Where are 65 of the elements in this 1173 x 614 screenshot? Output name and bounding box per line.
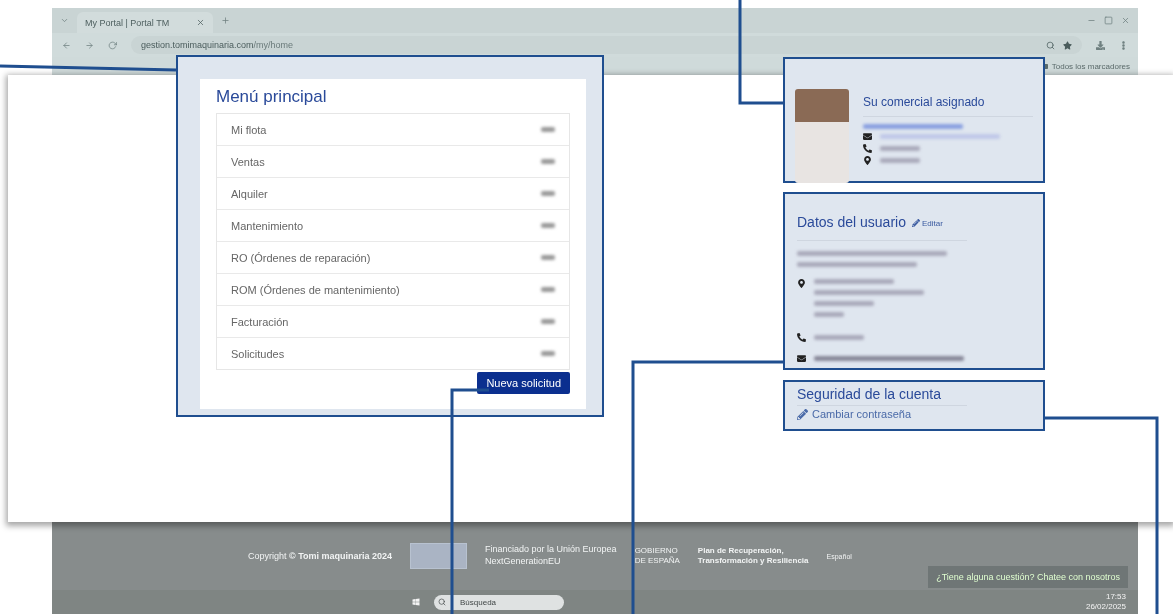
menu-item[interactable]: Mantenimiento [217,209,569,241]
envelope-icon [863,132,872,141]
blurred-count [541,255,555,260]
blurred-phone [880,146,920,151]
download-icon[interactable] [1096,40,1105,50]
taskbar-search[interactable]: Búsqueda [434,594,564,610]
tab-list-icon[interactable] [60,16,69,25]
bookmarks-label[interactable]: Todos los marcadores [1051,61,1130,71]
star-icon[interactable] [1063,40,1072,50]
funding-text: NextGenerationEU [485,556,562,568]
location-icon [797,279,806,288]
blurred-count [541,223,555,228]
menu-item[interactable]: ROM (Órdenes de mantenimiento) [217,273,569,305]
search-icon [438,598,446,606]
menu-item[interactable]: Mi flota [217,114,569,145]
menu-icon[interactable] [1119,40,1128,50]
clock-date: 26/02/2025 [1085,602,1126,613]
pencil-icon [911,219,920,227]
blurred-address [814,312,844,317]
edit-link[interactable]: Editar [911,218,943,228]
blurred-count [541,351,555,356]
reload-icon[interactable] [108,40,117,50]
change-password-link[interactable]: Cambiar contraseña [797,408,1031,420]
windows-icon[interactable] [412,598,420,606]
blurred-count [541,191,555,196]
menu-item[interactable]: Facturación [217,305,569,337]
pencil-icon [797,408,808,420]
user-data-title: Datos del usuario [797,214,906,230]
menu-item[interactable]: RO (Órdenes de reparación) [217,241,569,273]
close-icon[interactable] [196,18,205,27]
blurred-address [880,158,920,163]
copyright-text: Copyright © Tomi maquinaria 2024 [248,551,393,561]
close-icon[interactable] [1121,16,1130,25]
phone-icon [863,144,872,153]
plan-text: Transformación y Resiliencia [697,556,809,567]
address-bar[interactable]: gestion.tomimaquinaria.com/my/home [131,36,1082,54]
clock-time: 17:53 [1104,591,1126,602]
eu-flag-icon [410,543,468,569]
blurred-count [541,319,555,324]
government-text: DE ESPAÑA [634,556,680,567]
blurred-count [541,127,555,132]
search-icon[interactable] [1046,40,1055,50]
maximize-icon[interactable] [1104,16,1113,25]
location-icon [863,156,872,165]
chat-button[interactable]: ¿Tiene alguna cuestión? Chatee con nosotros [928,566,1128,588]
government-text: GOBIERNO [634,545,679,556]
menu-title: Menú principal [216,87,328,107]
new-request-button[interactable]: Nueva solicitud [477,372,570,394]
menu-item[interactable]: Alquiler [217,177,569,209]
funding-text: Financiado por la Unión Europea [485,544,617,556]
blurred-phone [814,335,864,340]
security-title: Seguridad de la cuenta [797,386,942,402]
envelope-icon [797,354,806,363]
new-tab-icon[interactable] [221,16,230,25]
forward-icon[interactable] [85,40,94,50]
sales-rep-title: Su comercial asignado [863,95,986,109]
menu-item[interactable]: Ventas [217,145,569,177]
phone-icon [797,333,806,342]
blurred-count [541,287,555,292]
menu-item[interactable]: Solicitudes [217,337,569,369]
blurred-count [541,159,555,164]
back-icon[interactable] [62,40,71,50]
blurred-address [814,301,874,306]
browser-tab[interactable]: My Portal | Portal TM [77,12,213,33]
plan-text: Plan de Recuperación, [697,545,785,556]
